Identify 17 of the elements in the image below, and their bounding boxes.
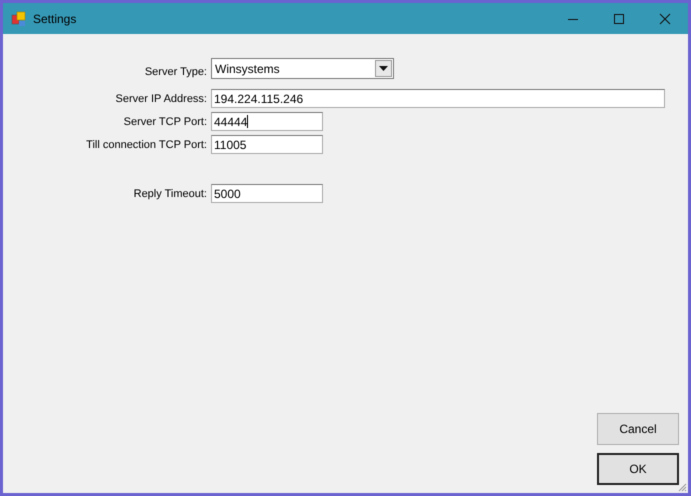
field-label: Server Type:	[144, 66, 207, 78]
dialog-button[interactable]: Cancel	[597, 413, 679, 445]
input-field[interactable]: 44444	[211, 112, 323, 131]
dialog-button[interactable]: OK	[597, 453, 679, 485]
input-field[interactable]: 11005	[211, 135, 323, 154]
app-icon	[11, 10, 27, 26]
field-label: Reply Timeout:	[132, 188, 207, 200]
input-field[interactable]: 194.224.115.246	[211, 89, 665, 108]
close-icon[interactable]	[659, 12, 671, 24]
resize-grip-icon[interactable]	[677, 482, 687, 492]
maximize-icon[interactable]	[613, 12, 625, 24]
input-field[interactable]: 5000	[211, 184, 323, 203]
field-label: Server TCP Port:	[122, 116, 207, 128]
field-label: Till connection TCP Port:	[85, 138, 207, 150]
window-title: Settings	[33, 12, 76, 26]
field-label: Server IP Address:	[114, 92, 207, 104]
server-type-dropdown[interactable]: Winsystems	[211, 58, 394, 79]
